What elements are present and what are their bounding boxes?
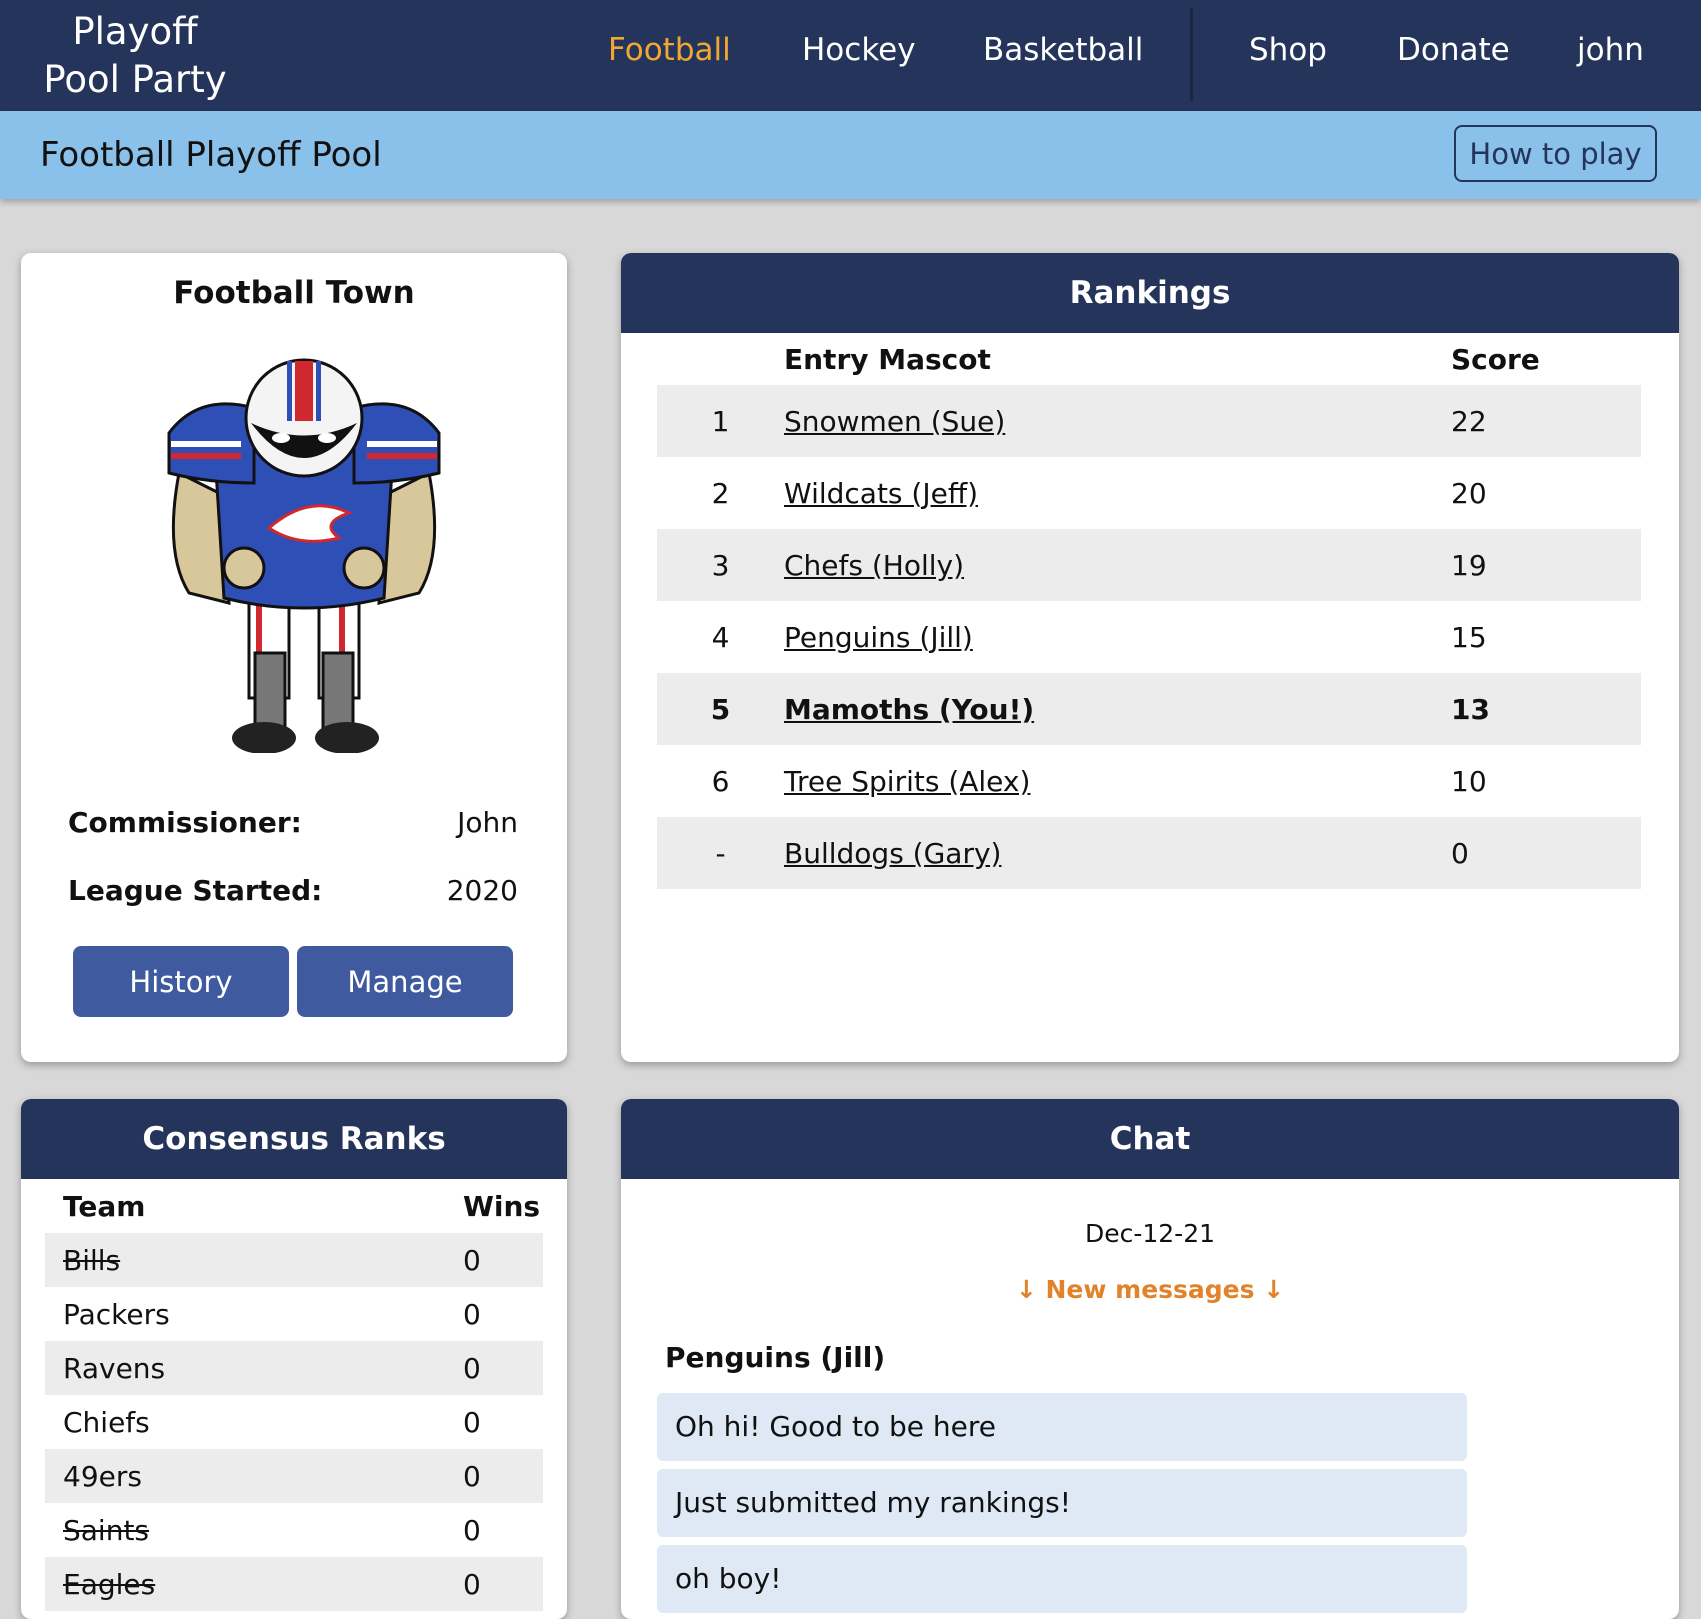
- entry-score: 15: [1451, 620, 1487, 654]
- table-row: Bills 0: [45, 1233, 543, 1287]
- commissioner-label: Commissioner:: [68, 806, 302, 839]
- entry-link[interactable]: Tree Spirits (Alex): [784, 765, 1030, 798]
- league-started-value: 2020: [446, 874, 518, 907]
- table-row: - Bulldogs (Gary) 0: [657, 817, 1641, 889]
- team-wins: 0: [463, 1297, 481, 1331]
- nav-divider: [1190, 8, 1193, 101]
- rank-position: -: [657, 817, 784, 889]
- team-wins: 0: [463, 1513, 481, 1547]
- league-started-label: League Started:: [68, 874, 323, 907]
- table-row: Eagles 0: [45, 1557, 543, 1611]
- nav-football[interactable]: Football: [608, 32, 731, 68]
- table-row: 4 Penguins (Jill) 15: [657, 601, 1641, 673]
- consensus-ranks-card: Consensus Ranks Team Wins Bills 0 Packer…: [21, 1099, 567, 1619]
- team-name: Packers: [63, 1297, 170, 1331]
- team-wins: 0: [445, 1233, 543, 1287]
- table-row: Saints 0: [45, 1503, 543, 1557]
- entry-score: 0: [1451, 817, 1641, 889]
- nav-donate[interactable]: Donate: [1397, 32, 1510, 68]
- chat-message: Just submitted my rankings!: [657, 1469, 1467, 1537]
- team-name: 49ers: [45, 1449, 445, 1503]
- table-row: Ravens 0: [45, 1341, 543, 1395]
- team-name-eliminated: Bills: [45, 1233, 445, 1287]
- team-name-eliminated: Eagles: [45, 1557, 445, 1611]
- table-row: 2 Wildcats (Jeff) 20: [657, 457, 1641, 529]
- table-row: 3 Chefs (Holly) 19: [657, 529, 1641, 601]
- team-wins: 0: [445, 1557, 543, 1611]
- consensus-ranks-title: Consensus Ranks: [21, 1099, 567, 1179]
- rank-position: 4: [711, 620, 730, 654]
- rank-position: 1: [657, 385, 784, 457]
- consensus-table: Team Wins Bills 0 Packers 0 Ravens 0 Chi…: [45, 1179, 543, 1611]
- page-title: Football Playoff Pool: [40, 135, 382, 175]
- nav-shop[interactable]: Shop: [1249, 32, 1327, 68]
- chat-date-divider: Dec-12-21: [1084, 1219, 1216, 1248]
- team-name: Ravens: [45, 1341, 445, 1395]
- entry-link[interactable]: Wildcats (Jeff): [784, 477, 978, 510]
- table-row: Packers 0: [45, 1287, 543, 1341]
- team-header: Team: [63, 1189, 146, 1223]
- football-player-mascot-icon: [159, 353, 449, 754]
- brand-line-1: Playoff: [72, 10, 198, 53]
- top-navbar: Playoff Pool Party Football Hockey Baske…: [0, 0, 1701, 111]
- nav-user-menu[interactable]: john: [1577, 32, 1644, 68]
- entry-link[interactable]: Bulldogs (Gary): [784, 837, 1001, 870]
- entry-score: 22: [1451, 385, 1641, 457]
- rankings-title: Rankings: [621, 253, 1679, 333]
- team-wins: 0: [463, 1405, 481, 1439]
- manage-button[interactable]: Manage: [297, 946, 513, 1017]
- nav-basketball[interactable]: Basketball: [983, 32, 1143, 68]
- history-button[interactable]: History: [73, 946, 289, 1017]
- brand-logo[interactable]: Playoff Pool Party: [40, 8, 230, 104]
- chat-message: Oh hi! Good to be here: [657, 1393, 1467, 1461]
- league-name: Football Town: [173, 275, 415, 311]
- rank-position: 3: [657, 529, 784, 601]
- commissioner-row: Commissioner: John: [68, 806, 518, 839]
- rank-position: 6: [711, 764, 730, 798]
- new-messages-indicator[interactable]: ↓ New messages ↓: [621, 1275, 1679, 1304]
- team-wins: 0: [445, 1341, 543, 1395]
- commissioner-value: John: [457, 806, 518, 839]
- entry-link[interactable]: Penguins (Jill): [784, 621, 973, 654]
- rankings-card: Rankings Entry Mascot Score 1 Snowmen (S…: [621, 253, 1679, 1062]
- table-row: 49ers 0: [45, 1449, 543, 1503]
- chat-title: Chat: [621, 1099, 1679, 1179]
- wins-header: Wins: [463, 1189, 541, 1223]
- entry-score: 10: [1451, 764, 1487, 798]
- entry-score: 13: [1451, 673, 1641, 745]
- team-name-eliminated: Saints: [63, 1513, 150, 1547]
- brand-line-2: Pool Party: [43, 58, 227, 101]
- team-name: Chiefs: [63, 1405, 150, 1439]
- table-row: 6 Tree Spirits (Alex) 10: [657, 745, 1641, 817]
- entry-link[interactable]: Snowmen (Sue): [784, 405, 1005, 438]
- rank-position: 5: [657, 673, 784, 745]
- team-wins: 0: [445, 1449, 543, 1503]
- chat-message: oh boy!: [657, 1545, 1467, 1613]
- table-row-current-user: 5 Mamoths (You!) 13: [657, 673, 1641, 745]
- table-row: Chiefs 0: [45, 1395, 543, 1449]
- entry-link[interactable]: Chefs (Holly): [784, 549, 964, 582]
- entry-mascot-header: Entry Mascot: [784, 342, 991, 376]
- entry-score: 20: [1451, 476, 1487, 510]
- score-header: Score: [1451, 342, 1540, 376]
- rank-position: 2: [711, 476, 730, 510]
- chat-card: Chat Dec-12-21 ↓ New messages ↓ Penguins…: [621, 1099, 1679, 1619]
- entry-score: 19: [1451, 529, 1641, 601]
- table-row: 1 Snowmen (Sue) 22: [657, 385, 1641, 457]
- chat-message-author: Penguins (Jill): [665, 1341, 886, 1374]
- league-card: Football Town Commissioner: John League …: [21, 253, 567, 1062]
- nav-hockey[interactable]: Hockey: [802, 32, 916, 68]
- rank-col-header: [657, 333, 784, 385]
- entry-link[interactable]: Mamoths (You!): [784, 693, 1034, 726]
- league-started-row: League Started: 2020: [68, 874, 518, 907]
- rankings-table: Entry Mascot Score 1 Snowmen (Sue) 22 2 …: [657, 333, 1641, 889]
- page-header: Football Playoff Pool How to play: [0, 111, 1701, 199]
- how-to-play-button[interactable]: How to play: [1454, 125, 1657, 182]
